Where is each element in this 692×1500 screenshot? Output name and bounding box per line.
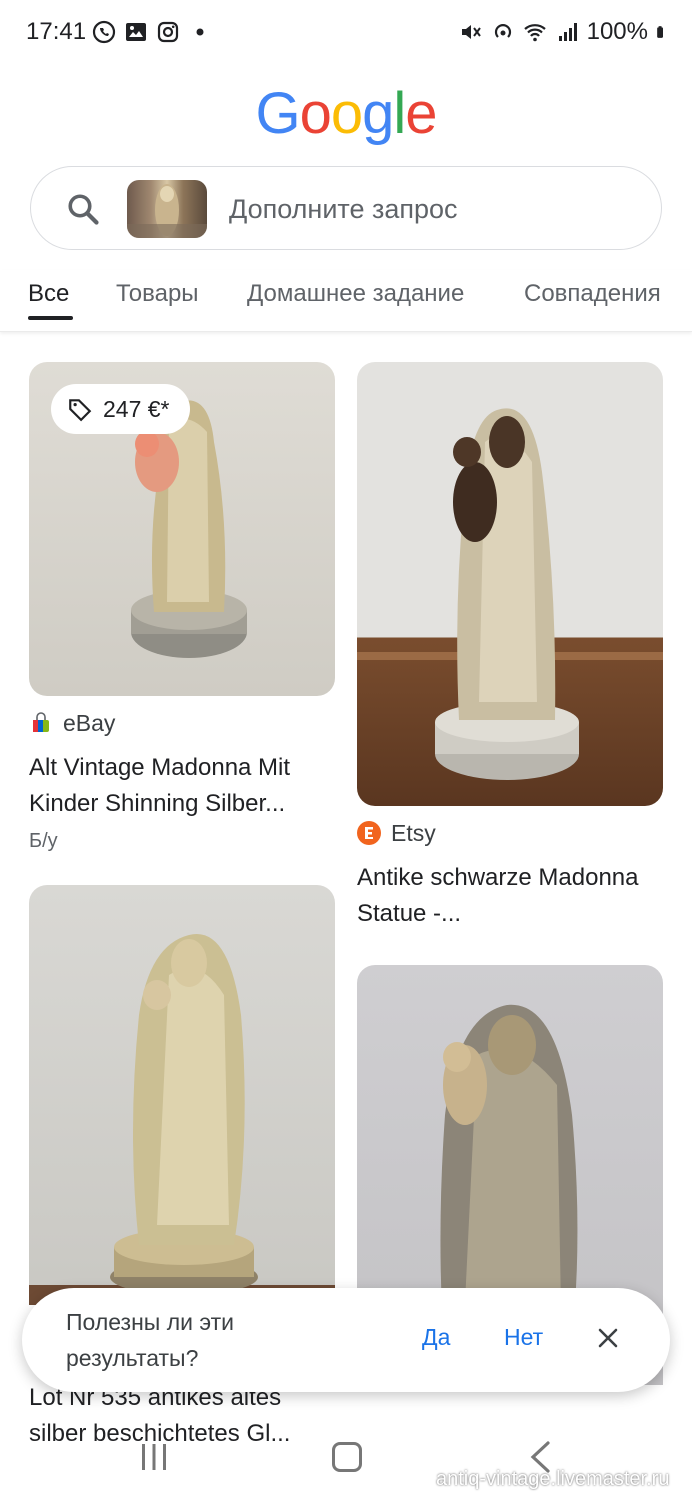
logo-letter: o <box>299 81 332 146</box>
hotspot-icon <box>494 24 511 38</box>
search-tabs: Все Товары Домашнее задание Совпадения <box>0 270 692 332</box>
feedback-popup: Полезны ли эти результаты? Да Нет <box>22 1288 670 1392</box>
price-value: 247 €* <box>103 395 170 422</box>
status-time: 17:41 <box>26 18 87 45</box>
mute-icon <box>461 25 481 39</box>
result-image[interactable] <box>357 362 663 806</box>
tab-all[interactable]: Все <box>28 280 69 308</box>
result-condition: Б/у <box>29 830 58 852</box>
instagram-icon <box>157 21 179 43</box>
logo-letter: l <box>393 81 406 146</box>
result-source[interactable]: Etsy <box>357 820 663 846</box>
search-box[interactable] <box>30 166 662 250</box>
price-tag-icon <box>69 399 92 422</box>
google-logo[interactable]: Google <box>0 80 692 147</box>
gallery-icon <box>126 23 146 41</box>
status-bar: 17:41 100% <box>0 0 692 64</box>
source-name: Etsy <box>391 819 436 846</box>
result-image[interactable]: 247 €* <box>29 362 335 696</box>
statue-image <box>29 934 335 1305</box>
logo-letter: g <box>362 81 394 146</box>
result-card[interactable] <box>29 885 335 1305</box>
close-icon[interactable] <box>596 1326 620 1350</box>
search-input[interactable] <box>229 189 629 229</box>
feedback-no-button[interactable]: Нет <box>504 1324 543 1351</box>
price-badge: 247 €* <box>51 384 190 434</box>
search-image-thumbnail[interactable] <box>127 180 207 238</box>
result-title[interactable]: Antike schwarze Madonna Statue -... <box>357 860 663 932</box>
etsy-favicon-icon <box>357 821 381 845</box>
feedback-question: Полезны ли эти результаты? <box>66 1309 234 1371</box>
battery-icon <box>657 26 663 38</box>
wifi-icon <box>523 24 546 42</box>
watermark-logo-icon <box>409 1470 429 1489</box>
feedback-yes-button[interactable]: Да <box>422 1324 450 1351</box>
active-tab-indicator <box>28 316 73 320</box>
signal-icon <box>558 23 577 41</box>
result-source[interactable]: eBay <box>29 710 335 736</box>
watermark-text: antiq-vintage.livemaster.ru <box>436 1468 670 1490</box>
watermark: antiq-vintage.livemaster.ru <box>408 1468 669 1491</box>
logo-letter: e <box>405 81 437 146</box>
logo-letter: G <box>255 81 300 146</box>
whatsapp-icon <box>92 20 116 44</box>
battery-percent: 100% <box>586 18 648 45</box>
result-title[interactable]: Alt Vintage Madonna Mit Kinder Shinning … <box>29 750 335 822</box>
recent-apps-icon[interactable] <box>140 1442 168 1472</box>
system-icons: 100% <box>459 18 670 46</box>
tab-products[interactable]: Товары <box>116 280 199 308</box>
result-card[interactable]: Etsy Antike schwarze Madonna Statue -... <box>357 362 663 932</box>
statue-image <box>357 408 663 780</box>
more-dot-icon <box>196 28 204 36</box>
tab-matches[interactable]: Совпадения <box>524 280 661 308</box>
notification-icons <box>92 20 212 44</box>
tab-homework[interactable]: Домашнее задание <box>247 280 464 308</box>
source-name: eBay <box>63 709 116 736</box>
result-image[interactable] <box>29 885 335 1305</box>
logo-letter: o <box>330 81 363 146</box>
search-icon[interactable] <box>65 191 101 227</box>
ebay-favicon-icon <box>33 712 49 732</box>
home-button[interactable] <box>332 1442 362 1472</box>
result-card[interactable]: 247 €* eBay Alt Vintage Madonna Mit Kind… <box>29 362 335 853</box>
